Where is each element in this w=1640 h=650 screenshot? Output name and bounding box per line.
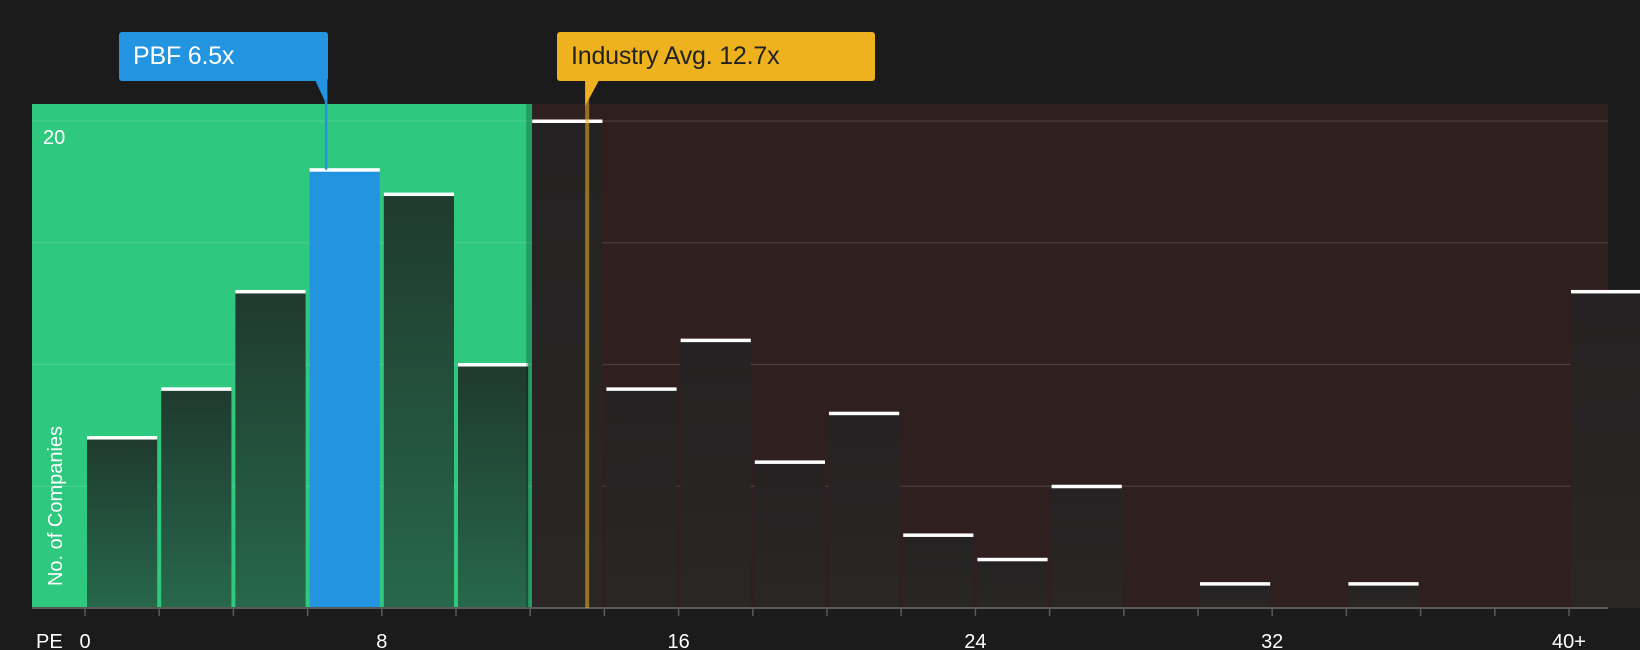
histogram-bar (1051, 486, 1122, 608)
histogram-bar (532, 121, 603, 608)
industry-avg-label: Industry Avg. 12.7x (571, 42, 780, 70)
bar-top-marker (235, 289, 306, 294)
x-axis-label: PE (36, 631, 63, 650)
industry-avg-line (585, 80, 590, 608)
x-tick-label: 16 (667, 631, 689, 650)
histogram-bar (903, 534, 974, 608)
histogram-bar (977, 559, 1048, 608)
industry-callout-pointer (585, 80, 600, 106)
histogram-bar (1571, 291, 1640, 608)
x-tick-label: 24 (964, 631, 986, 650)
bar-top-marker (161, 387, 232, 391)
bar-top-marker (309, 168, 380, 172)
bar-top-marker (977, 557, 1048, 562)
bar-top-marker (532, 119, 603, 123)
bar-top-marker (458, 363, 529, 367)
x-tick-label: 40+ (1552, 631, 1586, 650)
industry-avg-callout: Industry Avg. 12.7x (557, 32, 875, 81)
histogram-bar (161, 388, 232, 608)
company-pe-callout: PBF 6.5x (119, 32, 328, 81)
histogram-bar (235, 291, 306, 608)
histogram-bar (680, 340, 751, 608)
histogram-bar (87, 437, 158, 608)
histogram-bar (383, 194, 454, 609)
zone-divider (526, 104, 533, 608)
bar-top-marker (680, 338, 751, 343)
bar-top-marker (903, 533, 974, 537)
pe-histogram: 0 8 16 24 32 40+ PE 20 No. of Companies (32, 60, 1640, 650)
x-tick-label: 8 (376, 631, 387, 650)
bar-top-marker (1571, 289, 1640, 294)
company-pe-label: PBF 6.5x (133, 42, 235, 70)
y-tick-label: 20 (43, 127, 65, 149)
bar-top-marker (1051, 484, 1122, 489)
company-callout-pointer (315, 80, 327, 104)
x-tick-label: 32 (1261, 631, 1283, 650)
bar-top-marker (829, 411, 900, 416)
histogram-bar (1200, 583, 1271, 608)
bar-top-marker (606, 387, 677, 391)
histogram-bar (606, 388, 677, 608)
histogram-bar (829, 413, 900, 608)
bar-top-marker (87, 436, 158, 440)
bar-top-marker (1348, 582, 1419, 586)
bar-top-marker (1200, 582, 1271, 586)
bar-top-marker (383, 192, 454, 197)
bar-top-marker (754, 460, 825, 464)
histogram-bar (458, 364, 529, 608)
histogram-bar (754, 461, 825, 608)
y-axis-label: No. of Companies (45, 426, 67, 586)
histogram-bar (309, 169, 380, 608)
histogram-bar (1348, 583, 1419, 608)
x-tick-label: 0 (79, 631, 90, 650)
pe-distribution-chart: 0 8 16 24 32 40+ PE 20 No. of Companies PBF 6.5x… (0, 0, 1640, 650)
